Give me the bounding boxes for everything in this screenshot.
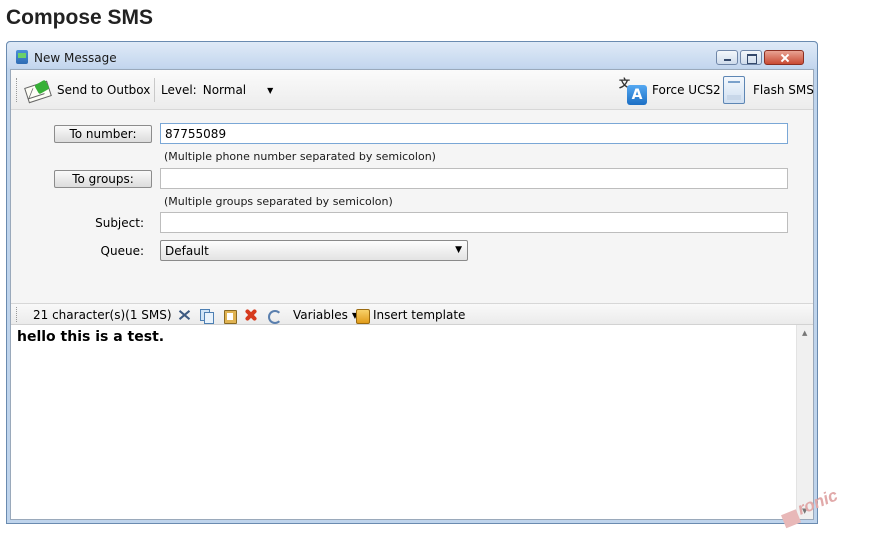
flash-sms-label: Flash SMS bbox=[753, 83, 814, 97]
queue-dropdown-icon: ▼ bbox=[455, 245, 462, 255]
editor-toolbar-grip[interactable] bbox=[16, 307, 19, 322]
to-number-input[interactable]: 87755089 bbox=[160, 123, 788, 144]
editor-toolbar: 21 character(s)(1 SMS) Variables ▼ Inser… bbox=[11, 303, 813, 325]
to-number-button[interactable]: To number: bbox=[54, 125, 152, 143]
window-title: New Message bbox=[34, 51, 117, 65]
window-client-area: Send to Outbox Level: Normal ▼ 文A Force … bbox=[10, 69, 814, 520]
template-icon bbox=[355, 308, 370, 324]
to-number-hint: (Multiple phone number separated by semi… bbox=[164, 150, 436, 163]
to-groups-button[interactable]: To groups: bbox=[54, 170, 152, 188]
force-ucs2-label: Force UCS2 bbox=[652, 83, 721, 97]
level-value: Normal bbox=[202, 83, 247, 97]
flash-sms-icon bbox=[723, 76, 745, 104]
subject-input[interactable] bbox=[160, 212, 788, 233]
queue-select[interactable]: Default ▼ bbox=[160, 240, 468, 261]
scroll-up-arrow-icon[interactable]: ▲ bbox=[802, 329, 807, 337]
language-icon: 文A bbox=[617, 75, 647, 105]
toolbar-grip[interactable] bbox=[16, 78, 19, 102]
queue-label: Queue: bbox=[100, 244, 144, 258]
watermark-text: ronic bbox=[794, 485, 841, 519]
flash-sms-button[interactable]: Flash SMS bbox=[723, 70, 814, 110]
delete-icon[interactable] bbox=[244, 308, 258, 322]
level-dropdown-icon: ▼ bbox=[267, 85, 274, 95]
toolbar-separator bbox=[154, 78, 155, 102]
title-bar[interactable]: New Message bbox=[7, 42, 817, 68]
variables-label: Variables bbox=[293, 308, 348, 322]
message-text: hello this is a test. bbox=[17, 329, 165, 345]
minimize-button[interactable] bbox=[716, 50, 738, 65]
queue-value: Default bbox=[165, 244, 209, 258]
message-body-textarea[interactable]: hello this is a test. ▲ ▼ bbox=[11, 325, 813, 519]
cut-icon[interactable] bbox=[177, 308, 191, 322]
to-groups-hint: (Multiple groups separated by semicolon) bbox=[164, 195, 393, 208]
insert-template-button[interactable]: Insert template bbox=[355, 304, 465, 326]
main-toolbar: Send to Outbox Level: Normal ▼ 文A Force … bbox=[11, 70, 814, 110]
to-groups-input[interactable] bbox=[160, 168, 788, 189]
undo-icon[interactable] bbox=[266, 308, 282, 324]
new-message-window: New Message Send to Outbox Level: Normal… bbox=[6, 41, 818, 524]
paste-icon[interactable] bbox=[222, 308, 237, 324]
subject-label: Subject: bbox=[95, 216, 144, 230]
insert-template-label: Insert template bbox=[373, 308, 466, 322]
maximize-button[interactable] bbox=[740, 50, 762, 65]
variables-menu[interactable]: Variables ▼ bbox=[293, 304, 358, 326]
force-ucs2-button[interactable]: 文A Force UCS2 bbox=[617, 70, 721, 110]
send-to-outbox-button[interactable]: Send to Outbox bbox=[24, 70, 150, 110]
page-title: Compose SMS bbox=[6, 6, 154, 29]
copy-icon[interactable] bbox=[199, 308, 214, 324]
watermark-mark-icon bbox=[781, 509, 802, 529]
send-envelope-icon bbox=[24, 78, 52, 104]
level-selector[interactable]: Level: Normal ▼ bbox=[161, 70, 273, 110]
app-icon bbox=[16, 50, 28, 64]
close-button[interactable] bbox=[764, 50, 804, 65]
level-label: Level: bbox=[161, 83, 197, 97]
send-to-outbox-label: Send to Outbox bbox=[57, 83, 151, 97]
character-count: 21 character(s)(1 SMS) bbox=[33, 308, 172, 322]
